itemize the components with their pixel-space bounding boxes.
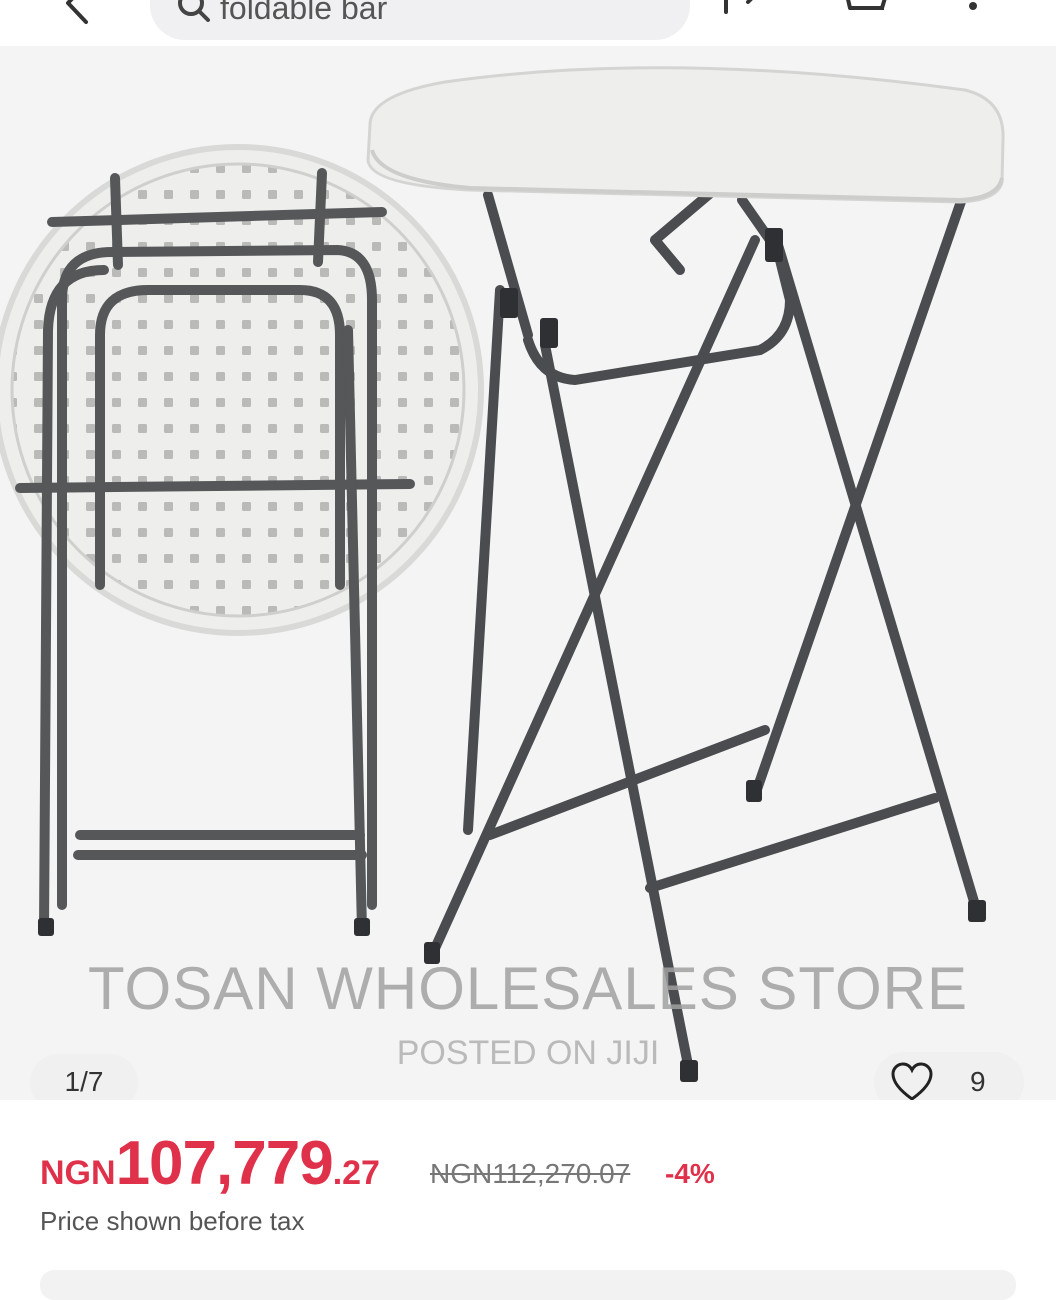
image-counter: 1/7	[30, 1054, 138, 1100]
favorite-button[interactable]: 9	[874, 1052, 1024, 1100]
price-main: 107,779	[115, 1129, 334, 1198]
share-icon	[724, 0, 753, 14]
more-options-button[interactable]	[958, 0, 988, 22]
original-price: NGN112,270.07	[430, 1158, 631, 1189]
current-price: NGN107,779.27	[40, 1128, 380, 1199]
share-button[interactable]	[718, 0, 778, 20]
cart-icon	[846, 0, 887, 10]
heart-icon	[891, 1062, 933, 1100]
cart-button[interactable]	[832, 0, 892, 22]
back-button[interactable]	[52, 0, 102, 28]
discount-badge: -4%	[665, 1158, 715, 1189]
price-currency: NGN	[40, 1154, 116, 1192]
price-section: NGN107,779.27 NGN112,270.07 -4% Price sh…	[0, 1100, 1056, 1280]
search-icon	[178, 0, 210, 22]
search-query: foldable bar	[220, 0, 388, 26]
top-bar: foldable bar	[0, 0, 1056, 46]
chevron-left-icon	[66, 0, 88, 24]
next-section-card	[40, 1270, 1016, 1300]
price-decimals: .27	[332, 1154, 380, 1192]
more-vertical-icon	[969, 2, 977, 10]
watermark-store-name: TOSAN WHOLESALES STORE	[87, 955, 969, 1022]
search-bar[interactable]: foldable bar	[150, 0, 690, 40]
favorite-count: 9	[970, 1066, 986, 1097]
product-photo	[0, 46, 1056, 1100]
product-image-gallery[interactable]: TOSAN WHOLESALES STORE POSTED ON JIJI 1/…	[0, 46, 1056, 1100]
tax-note: Price shown before tax	[40, 1206, 305, 1236]
